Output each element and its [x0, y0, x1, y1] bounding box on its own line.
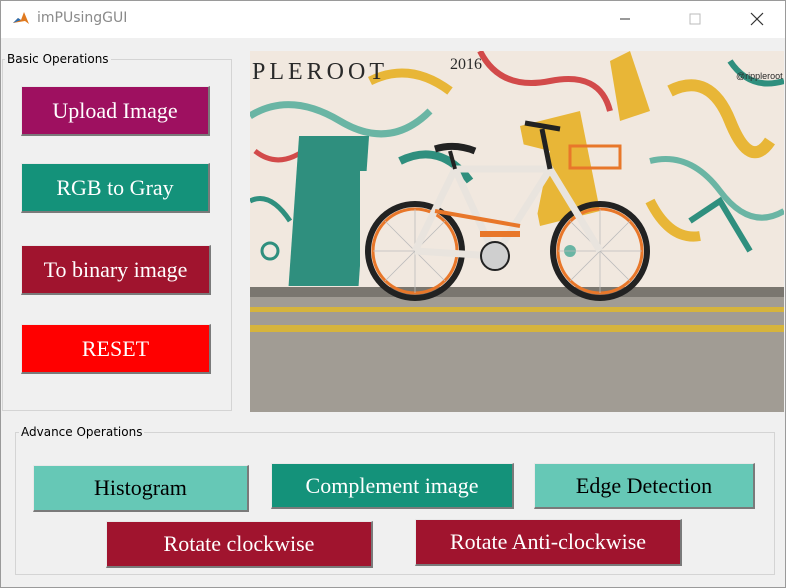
to-binary-image-button[interactable]: To binary image [21, 245, 211, 295]
wall-tag: @rippleroot [736, 71, 783, 81]
maximize-icon [689, 13, 701, 25]
edge-detection-button[interactable]: Edge Detection [534, 463, 755, 509]
rgb-to-gray-button[interactable]: RGB to Gray [21, 163, 210, 213]
minimize-button[interactable] [602, 0, 648, 38]
matlab-icon [11, 9, 31, 29]
rotate-anti-clockwise-button[interactable]: Rotate Anti-clockwise [415, 519, 682, 566]
basic-operations-title: Basic Operations [5, 52, 111, 66]
minimize-icon [620, 18, 630, 20]
upload-image-button[interactable]: Upload Image [21, 86, 210, 136]
wall-text-right: 2016 [450, 56, 482, 73]
rotate-clockwise-button[interactable]: Rotate clockwise [106, 521, 373, 568]
histogram-button[interactable]: Histogram [33, 465, 249, 512]
image-display: PLEROOT 2016 @rippleroot [250, 51, 784, 412]
close-button[interactable] [734, 0, 780, 38]
complement-image-button[interactable]: Complement image [271, 463, 514, 509]
reset-button[interactable]: RESET [21, 324, 211, 374]
maximize-button[interactable] [672, 0, 718, 38]
wall-text-left: PLEROOT [252, 59, 388, 85]
bicycle-photo: PLEROOT 2016 @rippleroot [250, 51, 784, 412]
close-icon [750, 12, 764, 26]
title-bar: imPUsingGUI [0, 0, 786, 38]
window-title: imPUsingGUI [37, 10, 128, 26]
advance-operations-title: Advance Operations [19, 425, 145, 439]
